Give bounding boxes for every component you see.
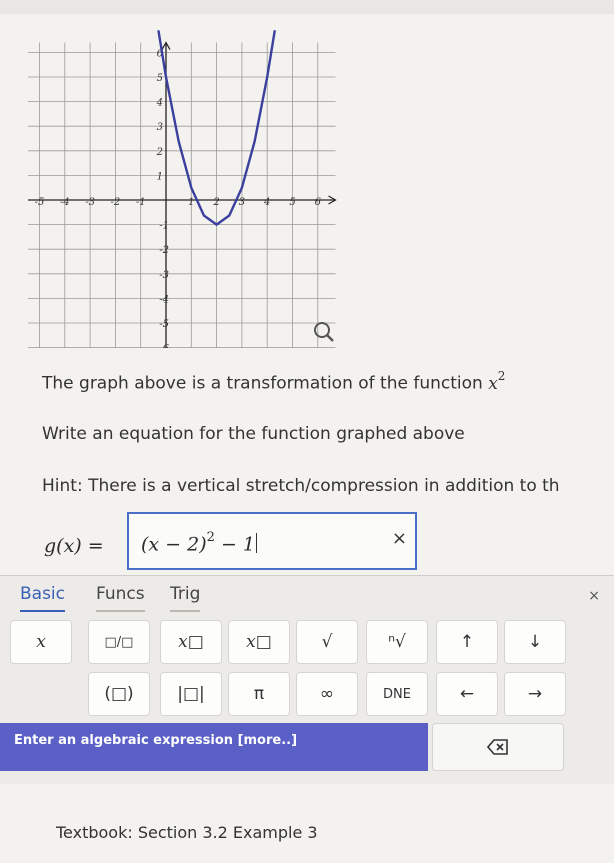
key-power[interactable]: x□ bbox=[160, 620, 222, 664]
x-tick-label: 2 bbox=[212, 197, 219, 208]
x-tick-label: -3 bbox=[85, 197, 95, 208]
backspace-icon bbox=[487, 739, 508, 755]
key-pi[interactable]: π bbox=[228, 672, 290, 716]
key-nth-root[interactable]: ⁿ√ bbox=[366, 620, 428, 664]
y-tick-label: 3 bbox=[157, 122, 163, 133]
key-infinity[interactable]: ∞ bbox=[296, 672, 358, 716]
y-tick-label: -1 bbox=[159, 221, 169, 232]
question-text: The graph above is a transformation of t… bbox=[42, 373, 483, 394]
status-text[interactable]: Enter an algebraic expression [more..] bbox=[14, 733, 297, 748]
tab-basic[interactable]: Basic bbox=[20, 584, 66, 612]
y-tick-label: 4 bbox=[156, 98, 163, 109]
tab-funcs[interactable]: Funcs bbox=[96, 584, 145, 612]
question-line-2: Write an equation for the function graph… bbox=[42, 424, 465, 444]
y-tick-label: -2 bbox=[159, 245, 169, 256]
x-tick-label: -1 bbox=[136, 197, 146, 208]
palette-close-icon[interactable]: × bbox=[588, 588, 600, 604]
y-tick-label: 1 bbox=[157, 171, 163, 182]
key-sqrt[interactable]: √ bbox=[296, 620, 358, 664]
status-bar: Enter an algebraic expression [more..] bbox=[0, 723, 428, 771]
clear-answer-button[interactable]: × bbox=[392, 528, 407, 549]
x-tick-label: 5 bbox=[289, 197, 295, 208]
y-tick-label: -3 bbox=[159, 270, 169, 281]
math-palette: Basic Funcs Trig × x □/□ x□ x□ √ ⁿ√ ↑ ↓ … bbox=[0, 575, 614, 784]
y-tick-label: 2 bbox=[156, 147, 163, 158]
answer-input[interactable]: (x − 2)2 − 1 × bbox=[127, 512, 417, 570]
x-tick-label: 4 bbox=[263, 197, 270, 208]
key-parentheses[interactable]: (□) bbox=[88, 672, 150, 716]
tab-trig[interactable]: Trig bbox=[170, 584, 201, 612]
question-line-1: The graph above is a transformation of t… bbox=[42, 369, 506, 394]
key-absolute-value[interactable]: |□| bbox=[160, 672, 222, 716]
key-fraction[interactable]: □/□ bbox=[88, 620, 150, 664]
y-tick-label: -5 bbox=[159, 319, 169, 330]
hint-text: Hint: There is a vertical stretch/compre… bbox=[42, 476, 560, 496]
x-tick-label: -4 bbox=[60, 197, 70, 208]
y-tick-label: -6 bbox=[159, 344, 169, 348]
key-subscript[interactable]: x□ bbox=[228, 620, 290, 664]
key-right-arrow[interactable]: → bbox=[504, 672, 566, 716]
x-tick-label: -2 bbox=[111, 197, 121, 208]
top-strip bbox=[0, 0, 614, 14]
base-function: x2 bbox=[488, 369, 506, 394]
key-left-arrow[interactable]: ← bbox=[436, 672, 498, 716]
x-tick-label: 6 bbox=[315, 197, 322, 208]
backspace-button[interactable] bbox=[432, 723, 564, 771]
parabola-graph: -6-5-4-3-2-1123456654321-1-2-3-4-5-6 bbox=[28, 30, 337, 348]
key-dne[interactable]: DNE bbox=[366, 672, 428, 716]
y-tick-label: -4 bbox=[159, 294, 169, 305]
x-tick-label: -5 bbox=[35, 197, 45, 208]
key-x[interactable]: x bbox=[10, 620, 72, 664]
key-down-arrow[interactable]: ↓ bbox=[504, 620, 566, 664]
answer-value: (x − 2)2 − 1 bbox=[141, 530, 258, 556]
x-tick-label: 3 bbox=[239, 197, 245, 208]
equation-label: g(x) = bbox=[44, 535, 104, 557]
x-tick-label: 1 bbox=[188, 197, 194, 208]
key-up-arrow[interactable]: ↑ bbox=[436, 620, 498, 664]
textbook-reference: Textbook: Section 3.2 Example 3 bbox=[56, 823, 318, 842]
y-tick-label: 5 bbox=[157, 73, 163, 84]
